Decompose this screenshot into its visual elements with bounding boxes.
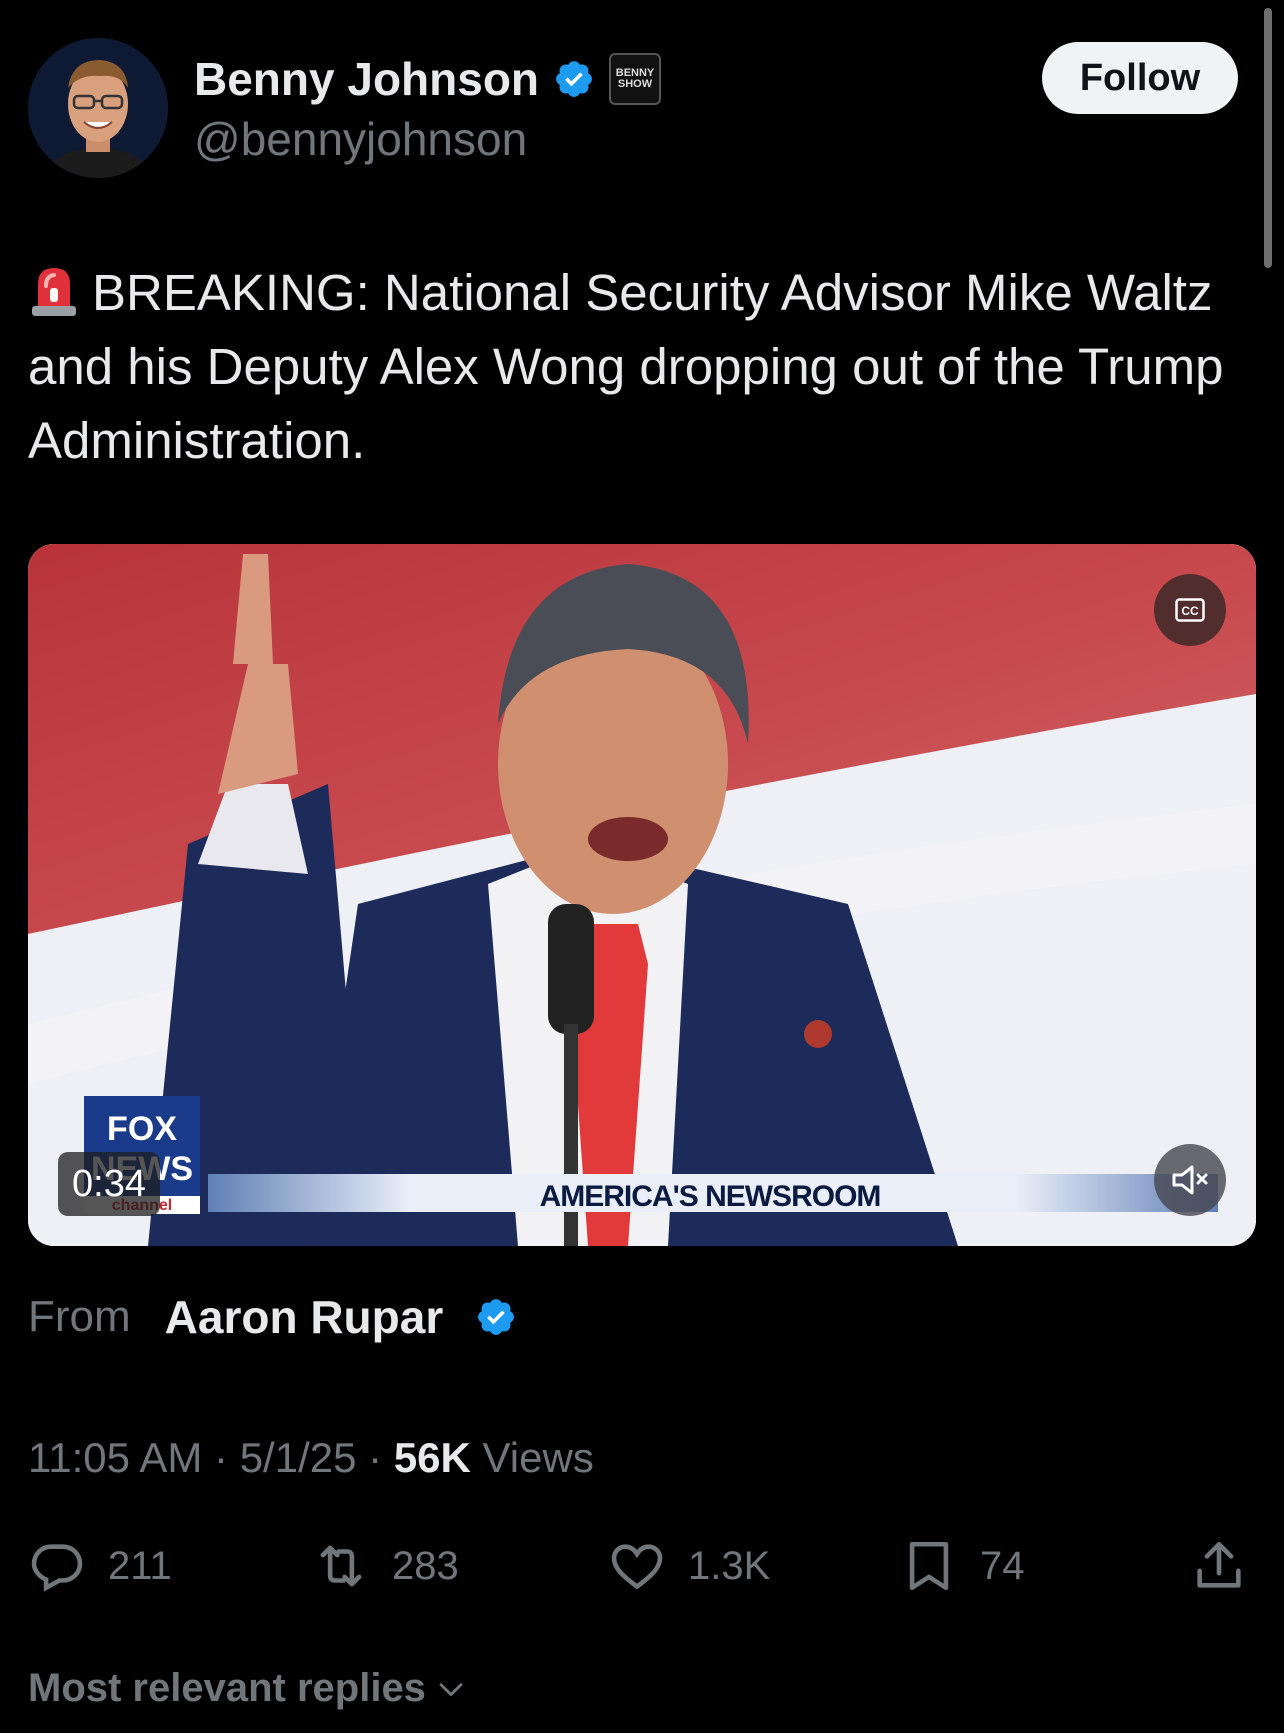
like-button[interactable]: 1.3K <box>608 1534 770 1598</box>
tweet-date[interactable]: 5/1/25 <box>240 1434 357 1481</box>
repost-count: 283 <box>392 1543 459 1588</box>
fox-logo-line1: FOX <box>107 1110 177 1148</box>
avatar[interactable] <box>28 38 168 178</box>
tweet-text: BREAKING: National Security Advisor Mike… <box>28 256 1228 478</box>
video-chyron: AMERICA'S NEWSROOM <box>539 1180 882 1213</box>
follow-button[interactable]: Follow <box>1042 42 1238 114</box>
captions-button[interactable]: CC <box>1154 574 1226 646</box>
replies-sort-dropdown[interactable]: Most relevant replies <box>28 1666 468 1711</box>
author-name-row: Benny Johnson BENNY SHOW <box>194 52 662 106</box>
verified-badge-icon[interactable] <box>475 1296 517 1338</box>
scrollbar[interactable] <box>1264 8 1272 268</box>
bookmark-count: 74 <box>980 1543 1025 1588</box>
share-button[interactable] <box>1190 1534 1248 1598</box>
reply-button[interactable]: 211 <box>28 1534 172 1598</box>
tweet-body: BREAKING: National Security Advisor Mike… <box>28 264 1224 469</box>
like-count: 1.3K <box>688 1543 771 1588</box>
closed-captions-icon: CC <box>1175 598 1205 622</box>
meta-separator: · <box>368 1434 383 1481</box>
police-siren-icon <box>32 268 76 316</box>
meta-separator: · <box>214 1434 229 1481</box>
video-source-row: From Aaron Rupar <box>28 1290 517 1344</box>
cc-label: CC <box>1181 604 1199 618</box>
video-frame <box>28 544 1256 1246</box>
reply-icon <box>31 1544 83 1592</box>
speaker-muted-icon <box>1172 1165 1208 1195</box>
heart-icon <box>611 1544 663 1590</box>
mute-button[interactable] <box>1154 1144 1226 1216</box>
video-duration: 0:34 <box>58 1152 160 1216</box>
tweet-header: Benny Johnson BENNY SHOW @bennyjohnson Fo… <box>28 38 1238 178</box>
replies-sort-label: Most relevant replies <box>28 1666 426 1710</box>
repost-icon <box>320 1545 362 1587</box>
from-label: From <box>28 1292 131 1341</box>
views-count: 56K <box>393 1434 471 1481</box>
repost-button[interactable]: 283 <box>312 1534 459 1598</box>
author-name[interactable]: Benny Johnson <box>194 52 539 106</box>
reply-count: 211 <box>108 1543 172 1588</box>
bookmark-button[interactable]: 74 <box>900 1534 1025 1598</box>
views-label: Views <box>482 1434 594 1481</box>
video-player[interactable]: FOX NEWS channel AMERICA'S NEWSROOM 0:34… <box>28 544 1256 1246</box>
share-icon <box>1197 1541 1241 1588</box>
action-bar: 211 283 1.3K 74 <box>28 1534 1252 1598</box>
affiliate-badge-icon[interactable]: BENNY SHOW <box>609 53 662 105</box>
tweet-meta: 11:05 AM · 5/1/25 · 56K Views <box>28 1434 594 1482</box>
verified-badge-icon[interactable] <box>553 58 595 100</box>
tweet-time[interactable]: 11:05 AM <box>28 1434 202 1481</box>
avatar-image <box>28 38 168 178</box>
author-handle[interactable]: @bennyjohnson <box>194 112 527 166</box>
source-author-name[interactable]: Aaron Rupar <box>165 1290 444 1344</box>
bookmark-icon <box>909 1541 949 1591</box>
chevron-down-icon <box>439 1682 463 1696</box>
